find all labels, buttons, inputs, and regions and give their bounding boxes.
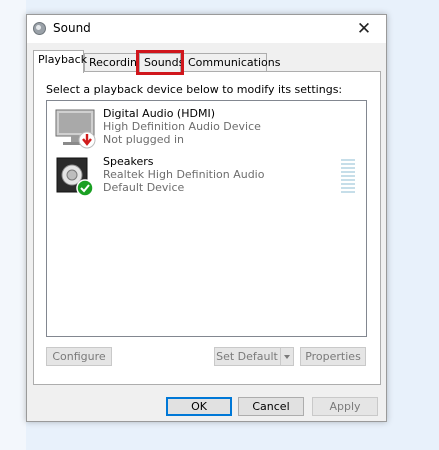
playback-panel: Select a playback device below to modify… [33, 71, 381, 385]
volume-level-meter [341, 159, 355, 195]
device-driver: High Definition Audio Device [103, 120, 261, 133]
set-default-button[interactable]: Set Default [214, 347, 294, 366]
tab-recording[interactable]: Recording [84, 53, 144, 72]
sound-dialog: Sound ✕ Playback Recording Sounds Commun… [26, 14, 387, 422]
tab-playback[interactable]: Playback [33, 50, 87, 73]
device-hdmi[interactable]: Digital Audio (HDMI) High Definition Aud… [53, 107, 361, 153]
ok-button[interactable]: OK [166, 397, 232, 416]
desktop-background [0, 0, 26, 450]
set-default-label: Set Default [216, 350, 278, 363]
properties-button[interactable]: Properties [300, 347, 366, 366]
close-button[interactable]: ✕ [342, 15, 386, 43]
device-name: Digital Audio (HDMI) [103, 107, 215, 120]
window-title: Sound [53, 21, 91, 35]
device-driver: Realtek High Definition Audio [103, 168, 265, 181]
device-speakers[interactable]: Speakers Realtek High Definition Audio D… [53, 155, 361, 201]
speaker-icon [53, 155, 101, 201]
device-status: Not plugged in [103, 133, 185, 146]
cancel-button[interactable]: Cancel [238, 397, 304, 416]
configure-button[interactable]: Configure [46, 347, 112, 366]
speaker-app-icon [33, 22, 46, 35]
device-name: Speakers [103, 155, 154, 168]
tab-sounds[interactable]: Sounds [136, 50, 184, 75]
default-check-icon [76, 179, 94, 197]
monitor-icon [53, 107, 101, 153]
title-bar[interactable]: Sound ✕ [27, 15, 386, 43]
chevron-down-icon[interactable] [280, 348, 293, 365]
instructions-text: Select a playback device below to modify… [46, 83, 343, 96]
disconnected-badge-icon [78, 131, 96, 149]
tab-communications[interactable]: Communications [183, 53, 280, 72]
apply-button[interactable]: Apply [312, 397, 378, 416]
device-status: Default Device [103, 181, 185, 194]
device-list[interactable]: Digital Audio (HDMI) High Definition Aud… [46, 100, 367, 337]
